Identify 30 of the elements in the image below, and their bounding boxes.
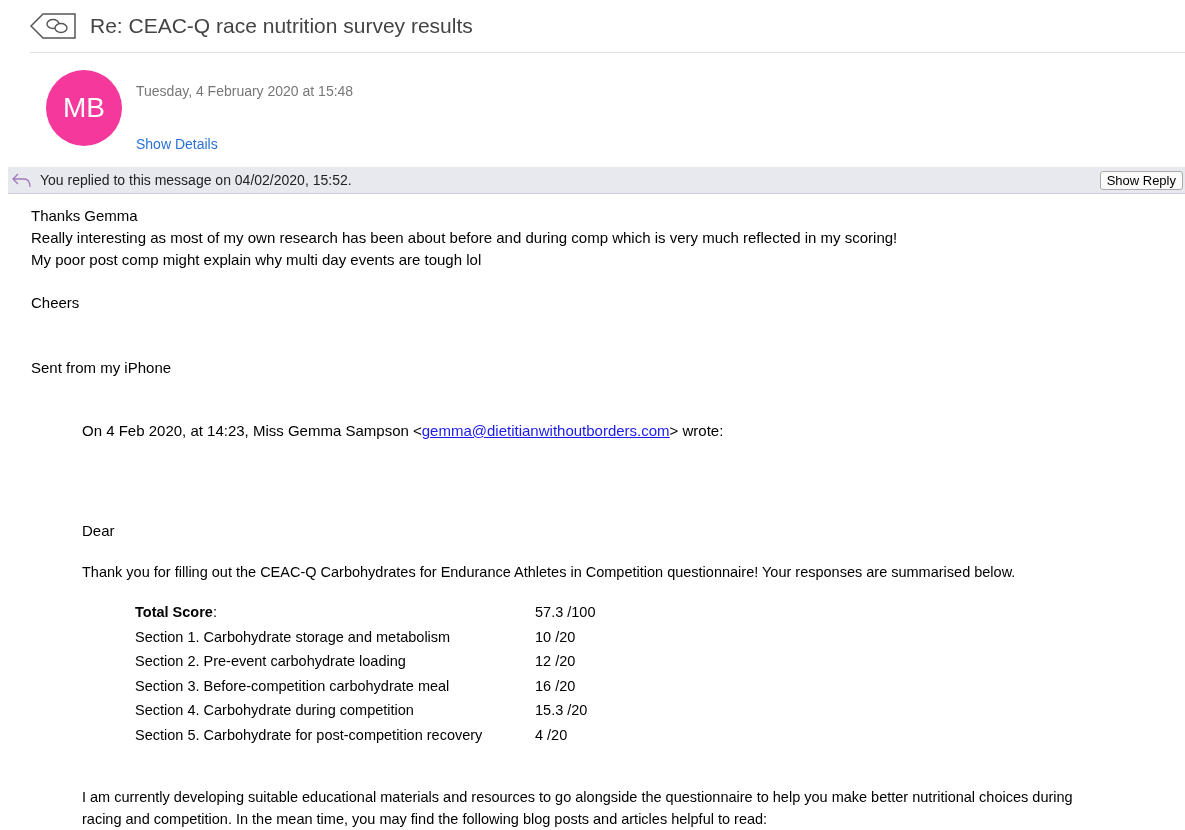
message-text: I am currently developing suitable educational materials and resources to go alongside the questionnaire to help you make better nutritional choices during racing and competition. In the mean time, you may find the following blog posts and articles helpful to read: <box>82 787 1074 829</box>
score-label: Section 3. Before-competition carbohydrate meal <box>135 676 451 696</box>
message-text: Sent from my iPhone <box>31 358 173 378</box>
quote-attribution: On 4 Feb 2020, at 14:23, Miss Gemma Sampson <gemma@dietitianwithoutborders.com> wrote: <box>82 421 725 441</box>
back-button[interactable] <box>30 13 76 39</box>
score-label: Section 5. Carbohydrate for post-competition recovery <box>135 725 484 745</box>
score-label: Section 2. Pre-event carbohydrate loading <box>135 652 407 671</box>
score-value: 4 /20 <box>535 725 569 745</box>
score-value: 12 /20 <box>535 652 577 671</box>
show-details-link[interactable]: Show Details <box>136 136 354 152</box>
message-text: My poor post comp might explain why multi day events are tough lol <box>31 250 483 270</box>
score-value: 15.3 /20 <box>535 701 589 720</box>
greeting-text: Dear <box>82 521 116 541</box>
replied-notice: You replied to this message on 04/02/2020, 15:52. <box>40 172 353 188</box>
message-text: Thank you for filling out the CEAC-Q Carbohydrates for Endurance Athletes in Competition questionnaire! Your responses are summarised below. <box>82 563 1017 582</box>
score-label: Total Score: <box>135 603 218 622</box>
score-label: Section 1. Carbohydrate storage and metabolism <box>135 627 452 647</box>
message-text: Cheers <box>31 293 81 313</box>
score-value: 10 /20 <box>535 627 577 647</box>
message-text: Really interesting as most of my own research has been about before and during comp which is very much reflected in my scoring! <box>31 228 899 248</box>
email-link[interactable]: gemma@dietitianwithoutborders.com <box>421 422 670 439</box>
message-subject: Re: CEAC-Q race nutrition survey results <box>90 14 473 38</box>
message-text: Thanks Gemma <box>31 206 139 226</box>
message-date: Tuesday, 4 February 2020 at 15:48 <box>136 83 354 99</box>
score-label: Section 4. Carbohydrate during competition <box>135 701 415 720</box>
avatar: MB <box>46 70 122 146</box>
show-reply-button[interactable]: Show Reply <box>1099 170 1183 190</box>
reply-arrow-icon <box>12 172 32 188</box>
score-value: 16 /20 <box>535 676 577 696</box>
score-value: 57.3 /100 <box>535 603 597 622</box>
